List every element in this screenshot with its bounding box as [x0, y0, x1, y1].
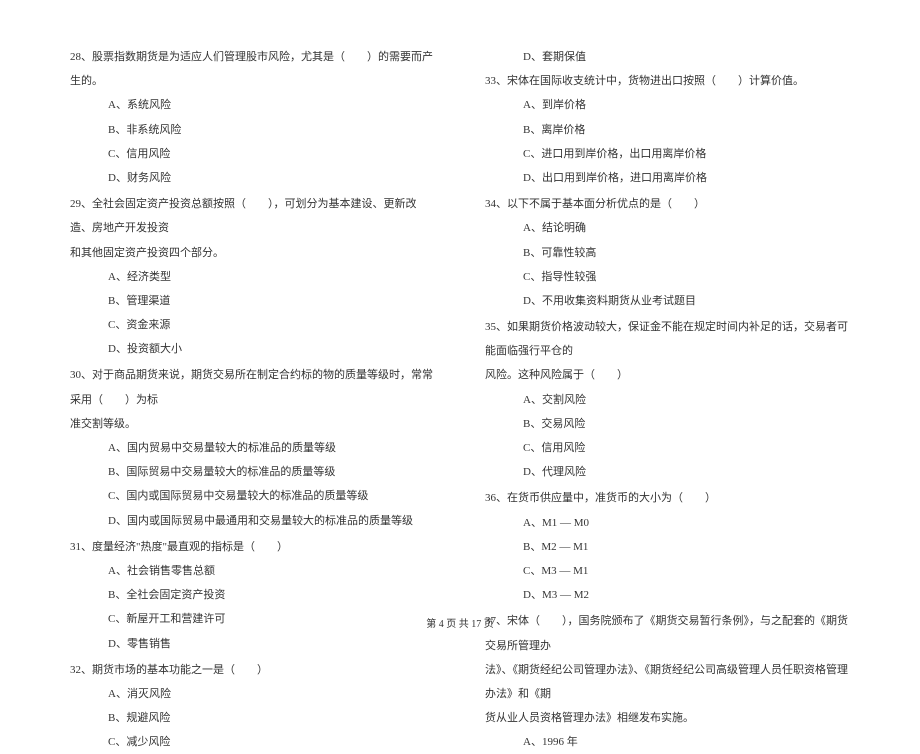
option-a: A、消灭风险: [70, 682, 435, 706]
option-d: D、出口用到岸价格，进口用离岸价格: [485, 166, 850, 190]
question-32: 32、期货市场的基本功能之一是（ ） A、消灭风险 B、规避风险 C、减少风险: [70, 658, 435, 754]
page-footer: 第 4 页 共 17 页: [0, 615, 920, 630]
option-a: A、1996 年: [485, 730, 850, 754]
question-31: 31、度量经济"热度"最直观的指标是（ ） A、社会销售零售总额 B、全社会固定…: [70, 535, 435, 656]
option-a: A、系统风险: [70, 93, 435, 117]
option-b: B、交易风险: [485, 412, 850, 436]
question-33: 33、宋体在国际收支统计中，货物进出口按照（ ）计算价值。 A、到岸价格 B、离…: [485, 69, 850, 190]
question-text: 35、如果期货价格波动较大，保证金不能在规定时间内补足的话，交易者可能面临强行平…: [485, 315, 850, 363]
option-c: C、指导性较强: [485, 265, 850, 289]
left-column: 28、股票指数期货是为适应人们管理股市风险，尤其是（ ）的需要而产生的。 A、系…: [70, 45, 435, 600]
option-d: D、代理风险: [485, 460, 850, 484]
option-a: A、社会销售零售总额: [70, 559, 435, 583]
option-c: C、减少风险: [70, 730, 435, 754]
question-text: 33、宋体在国际收支统计中，货物进出口按照（ ）计算价值。: [485, 69, 850, 93]
option-b: B、离岸价格: [485, 118, 850, 142]
option-b: B、全社会固定资产投资: [70, 583, 435, 607]
question-text: 31、度量经济"热度"最直观的指标是（ ）: [70, 535, 435, 559]
question-text: 32、期货市场的基本功能之一是（ ）: [70, 658, 435, 682]
option-d: D、零售销售: [70, 632, 435, 656]
option-b: B、规避风险: [70, 706, 435, 730]
question-36: 36、在货币供应量中，准货币的大小为（ ） A、M1 — M0 B、M2 — M…: [485, 486, 850, 607]
question-continuation: 风险。这种风险属于（ ）: [485, 363, 850, 387]
option-a: A、经济类型: [70, 265, 435, 289]
option-a: A、到岸价格: [485, 93, 850, 117]
question-28: 28、股票指数期货是为适应人们管理股市风险，尤其是（ ）的需要而产生的。 A、系…: [70, 45, 435, 190]
option-c: C、进口用到岸价格，出口用离岸价格: [485, 142, 850, 166]
question-35: 35、如果期货价格波动较大，保证金不能在规定时间内补足的话，交易者可能面临强行平…: [485, 315, 850, 484]
question-30: 30、对于商品期货来说，期货交易所在制定合约标的物的质量等级时，常常采用（ ）为…: [70, 363, 435, 532]
question-text: 36、在货币供应量中，准货币的大小为（ ）: [485, 486, 850, 510]
option-b: B、可靠性较高: [485, 241, 850, 265]
question-continuation: 货从业人员资格管理办法》相继发布实施。: [485, 706, 850, 730]
option-a: A、M1 — M0: [485, 511, 850, 535]
option-d: D、财务风险: [70, 166, 435, 190]
option-c: C、M3 — M1: [485, 559, 850, 583]
question-34: 34、以下不属于基本面分析优点的是（ ） A、结论明确 B、可靠性较高 C、指导…: [485, 192, 850, 313]
question-text: 28、股票指数期货是为适应人们管理股市风险，尤其是（ ）的需要而产生的。: [70, 45, 435, 93]
option-a: A、结论明确: [485, 216, 850, 240]
question-37: 37、宋体（ ），国务院颁布了《期货交易暂行条例》，与之配套的《期货交易所管理办…: [485, 609, 850, 754]
option-c: C、资金来源: [70, 313, 435, 337]
option-d: D、M3 — M2: [485, 583, 850, 607]
question-text: 29、全社会固定资产投资总额按照（ ），可划分为基本建设、更新改造、房地产开发投…: [70, 192, 435, 240]
option-d: D、不用收集资料期货从业考试题目: [485, 289, 850, 313]
content-area: 28、股票指数期货是为适应人们管理股市风险，尤其是（ ）的需要而产生的。 A、系…: [70, 45, 850, 600]
option-b: B、非系统风险: [70, 118, 435, 142]
question-text: 30、对于商品期货来说，期货交易所在制定合约标的物的质量等级时，常常采用（ ）为…: [70, 363, 435, 411]
option-b: B、国际贸易中交易量较大的标准品的质量等级: [70, 460, 435, 484]
question-text: 34、以下不属于基本面分析优点的是（ ）: [485, 192, 850, 216]
option-d: D、国内或国际贸易中最通用和交易量较大的标准品的质量等级: [70, 509, 435, 533]
question-continuation: 和其他固定资产投资四个部分。: [70, 241, 435, 265]
option-d: D、套期保值: [485, 45, 850, 69]
option-b: B、管理渠道: [70, 289, 435, 313]
option-c: C、信用风险: [70, 142, 435, 166]
option-a: A、交割风险: [485, 388, 850, 412]
right-column: D、套期保值 33、宋体在国际收支统计中，货物进出口按照（ ）计算价值。 A、到…: [485, 45, 850, 600]
question-continuation: 准交割等级。: [70, 412, 435, 436]
question-29: 29、全社会固定资产投资总额按照（ ），可划分为基本建设、更新改造、房地产开发投…: [70, 192, 435, 361]
option-d: D、投资额大小: [70, 337, 435, 361]
option-a: A、国内贸易中交易量较大的标准品的质量等级: [70, 436, 435, 460]
option-c: C、国内或国际贸易中交易量较大的标准品的质量等级: [70, 484, 435, 508]
option-c: C、信用风险: [485, 436, 850, 460]
option-b: B、M2 — M1: [485, 535, 850, 559]
question-continuation: 法》、《期货经纪公司管理办法》、《期货经纪公司高级管理人员任职资格管理办法》和《…: [485, 658, 850, 706]
